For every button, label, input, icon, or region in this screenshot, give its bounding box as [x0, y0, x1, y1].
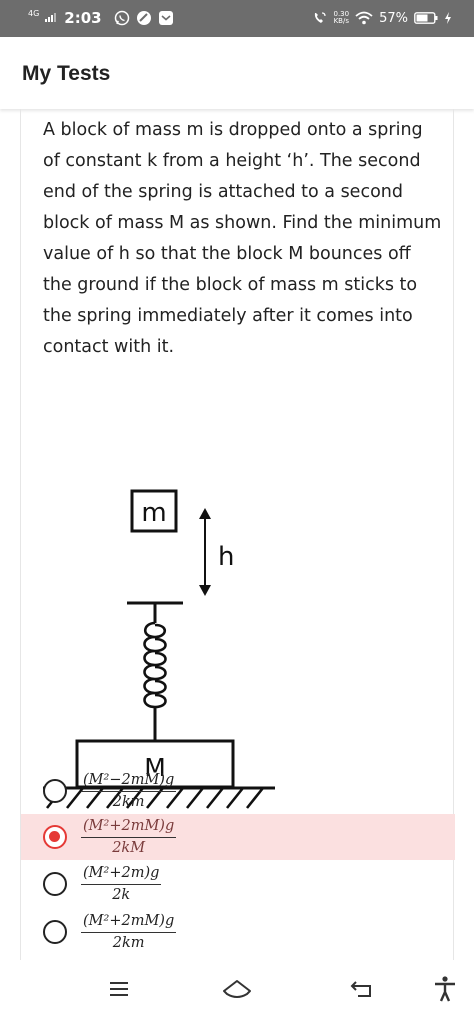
- signal-icon: [45, 12, 57, 22]
- app-bar: My Tests: [0, 37, 474, 109]
- accessibility-icon[interactable]: [430, 974, 460, 1004]
- option-d-numerator: (M²+2mM)g: [81, 912, 177, 933]
- status-bar: 4G 2:03 0.30 KB/s 57%: [0, 0, 474, 37]
- charging-icon: [445, 12, 451, 24]
- question-card: A block of mass m is dropped onto a spri…: [20, 109, 455, 960]
- wifi-calling-icon: [314, 12, 326, 23]
- small-block-label: m: [141, 498, 166, 528]
- option-c-radio[interactable]: [43, 872, 67, 896]
- option-a-fraction: (M²−2mM)g 2km: [81, 771, 177, 811]
- option-c-numerator: (M²+2m)g: [81, 864, 162, 885]
- option-b-numerator: (M²+2mM)g: [81, 817, 177, 838]
- message-icon: [158, 11, 173, 25]
- spring-coil: [143, 621, 167, 709]
- option-b-radio[interactable]: [43, 825, 67, 849]
- back-icon[interactable]: [348, 974, 378, 1004]
- height-label: h: [218, 542, 234, 572]
- option-a-denominator: 2km: [112, 794, 145, 810]
- option-b-fraction: (M²+2mM)g 2kM: [81, 817, 177, 857]
- network-type: 4G: [28, 9, 40, 18]
- option-c[interactable]: (M²+2m)g 2k: [21, 861, 455, 907]
- wifi-icon: [355, 11, 373, 25]
- status-right: 0.30 KB/s 57%: [312, 10, 453, 26]
- option-c-denominator: 2k: [112, 887, 131, 903]
- option-d-radio[interactable]: [43, 920, 67, 944]
- whatsapp-icon: [114, 10, 129, 26]
- question-text: A block of mass m is dropped onto a spri…: [43, 120, 442, 357]
- home-icon[interactable]: [222, 974, 252, 1004]
- status-time: 2:03: [64, 9, 102, 27]
- option-d[interactable]: (M²+2mM)g 2km: [21, 909, 455, 955]
- network-speed: 0.30 KB/s: [334, 11, 350, 25]
- option-b-denominator: 2kM: [112, 840, 146, 856]
- option-d-denominator: 2km: [112, 935, 145, 951]
- option-a-numerator: (M²−2mM)g: [81, 771, 177, 792]
- recents-icon[interactable]: [104, 974, 134, 1004]
- battery-icon: [414, 12, 438, 24]
- app-notification-icon: [136, 11, 151, 25]
- system-nav-bar: [0, 960, 474, 1016]
- arrow-head-down: [199, 585, 211, 596]
- option-a-radio[interactable]: [43, 779, 67, 803]
- option-c-fraction: (M²+2m)g 2k: [81, 864, 162, 904]
- option-b[interactable]: (M²+2mM)g 2kM: [21, 814, 455, 860]
- speed-unit: KB/s: [333, 17, 349, 25]
- page-title: My Tests: [22, 62, 111, 85]
- option-a[interactable]: (M²−2mM)g 2km: [21, 768, 455, 814]
- arrow-head-up: [199, 508, 211, 519]
- battery-percent: 57%: [379, 10, 408, 26]
- status-left: 4G 2:03: [28, 9, 174, 27]
- option-d-fraction: (M²+2mM)g 2km: [81, 912, 177, 952]
